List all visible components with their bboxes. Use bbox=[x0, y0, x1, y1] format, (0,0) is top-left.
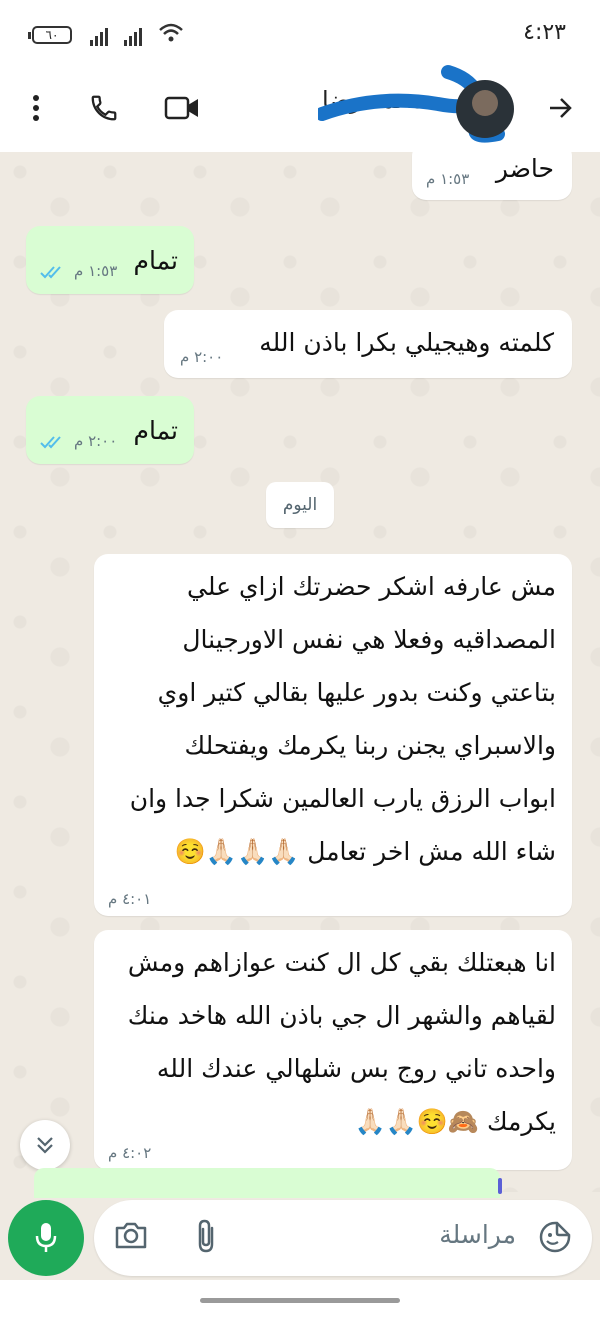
double-chevron-down-icon bbox=[37, 1137, 53, 1154]
contact-avatar[interactable] bbox=[456, 80, 514, 138]
attach-icon[interactable] bbox=[194, 1218, 218, 1258]
battery-icon: ٦٠ bbox=[28, 26, 72, 44]
home-indicator[interactable] bbox=[200, 1298, 400, 1303]
signal-icon bbox=[124, 24, 142, 46]
message-text: كلمته وهيجيلي بكرا باذن الله bbox=[259, 328, 554, 357]
read-ticks-icon bbox=[40, 266, 61, 279]
message-line: يكرمك 🙈☺️🙏🏻🙏🏻 bbox=[354, 1107, 556, 1136]
message-line: ابواب الرزق يارب العالمين شكرا جدا وان bbox=[129, 784, 556, 813]
message-time: ١:٥٣ م bbox=[74, 262, 118, 280]
message-line: المصداقيه وفعلا هي نفس الاورجينال bbox=[182, 625, 556, 654]
scroll-down-button[interactable] bbox=[20, 1120, 70, 1170]
message-text: تمام bbox=[133, 246, 178, 275]
message-input[interactable]: مراسلة bbox=[439, 1220, 516, 1249]
message-bubble[interactable]: تمام ٢:٠٠ م bbox=[26, 396, 194, 464]
message-line: واحده تاني روج بس شلهالي عندك الله bbox=[156, 1054, 556, 1083]
sticker-icon[interactable] bbox=[538, 1220, 572, 1258]
more-vert-icon[interactable] bbox=[16, 88, 56, 128]
status-time: ٤:٢٣ bbox=[523, 20, 566, 45]
message-line: انا هبعتلك بقي كل ال كنت عوازاهم ومش bbox=[127, 948, 556, 977]
message-bubble[interactable]: مش عارفه اشكر حضرتك ازاي علي المصداقيه و… bbox=[94, 554, 572, 916]
day-separator: اليوم bbox=[266, 482, 334, 528]
message-time: ٢:٠٠ م bbox=[180, 348, 224, 366]
message-text: انا هبعتلك بقي كل ال كنت عوازاهم ومش لقي… bbox=[100, 936, 556, 1148]
message-bubble[interactable]: كلمته وهيجيلي بكرا باذن الله ٢:٠٠ م bbox=[164, 310, 572, 378]
message-bubble[interactable]: انا هبعتلك بقي كل ال كنت عوازاهم ومش لقي… bbox=[94, 930, 572, 1170]
battery-level: ٦٠ bbox=[45, 28, 59, 42]
message-text: مش عارفه اشكر حضرتك ازاي علي المصداقيه و… bbox=[100, 560, 556, 878]
message-time: ١:٥٣ م bbox=[426, 170, 470, 188]
phone-icon[interactable] bbox=[84, 88, 124, 128]
camera-icon[interactable] bbox=[114, 1220, 148, 1254]
message-line: لقياهم والشهر ال جي باذن الله هاخد منك bbox=[127, 1001, 556, 1030]
message-bubble[interactable]: تمام ١:٥٣ م bbox=[26, 226, 194, 294]
message-time: ٤:٠٢ م bbox=[108, 1144, 152, 1162]
wifi-icon bbox=[159, 23, 183, 42]
status-bar: ٦٠ ٤:٢٣ bbox=[0, 0, 600, 66]
message-bubble[interactable]: حاضر ١:٥٣ م bbox=[412, 152, 572, 200]
message-composer[interactable]: مراسلة bbox=[94, 1200, 592, 1276]
message-line: شاء الله مش اخر تعامل 🙏🏻🙏🏻🙏🏻☺️ bbox=[174, 837, 556, 866]
mic-icon bbox=[35, 1223, 57, 1252]
video-call-icon[interactable] bbox=[162, 88, 202, 128]
chat-area[interactable]: حاضر ١:٥٣ م تمام ١:٥٣ م كلمته وهيجيلي بك… bbox=[0, 152, 600, 1192]
signal-icon bbox=[90, 24, 108, 46]
mic-button[interactable] bbox=[8, 1200, 84, 1276]
message-line: بتاعتي وكنت بدور عليها بقالي كتير اوي bbox=[157, 678, 556, 707]
partial-message-preview bbox=[34, 1168, 502, 1198]
message-time: ٢:٠٠ م bbox=[74, 432, 118, 450]
message-time: ٤:٠١ م bbox=[108, 890, 152, 908]
message-text: تمام bbox=[133, 416, 178, 445]
message-text: حاضر bbox=[495, 154, 554, 183]
message-line: مش عارفه اشكر حضرتك ازاي علي bbox=[187, 572, 556, 601]
read-ticks-icon bbox=[40, 436, 61, 449]
back-arrow-icon[interactable] bbox=[540, 88, 580, 128]
message-line: والاسبراي يجنن ربنا يكرمك ويفتحلك bbox=[184, 731, 556, 760]
